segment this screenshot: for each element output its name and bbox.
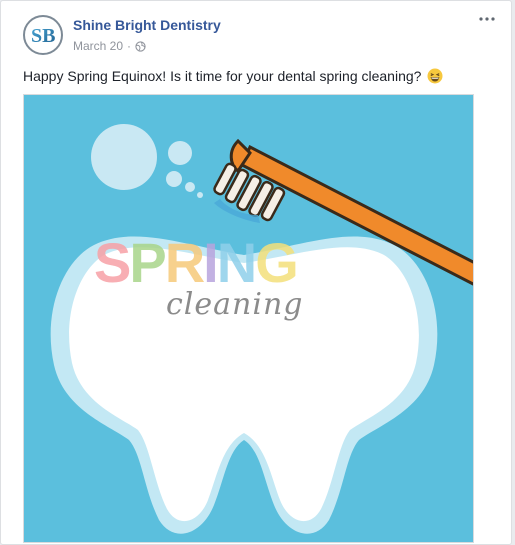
post-date[interactable]: March 20	[73, 39, 123, 53]
more-options-icon	[479, 17, 495, 21]
grinning-squinting-emoji-icon	[427, 68, 443, 84]
bubble-large-icon	[91, 124, 157, 190]
facebook-post-card: SB Shine Bright Dentistry March 20 · Hap…	[0, 0, 512, 545]
bubble-medium-icon	[168, 141, 192, 165]
post-meta: March 20 ·	[73, 39, 146, 53]
cleaning-word: cleaning	[166, 287, 304, 322]
bubble-tiny-icon	[185, 182, 195, 192]
post-photo[interactable]: SPRING cleaning	[23, 94, 474, 543]
more-options-button[interactable]	[477, 11, 497, 27]
spring-letter: G	[255, 231, 299, 294]
bubble-small-icon	[166, 171, 182, 187]
page-avatar[interactable]: SB	[23, 15, 63, 55]
globe-icon[interactable]	[135, 40, 146, 52]
spring-letter: N	[216, 231, 257, 294]
spring-letter: I	[203, 231, 219, 294]
shine-bright-logo-icon: SB	[26, 18, 60, 52]
spring-cleaning-text: SPRING cleaning	[94, 235, 302, 323]
spring-letter: R	[164, 231, 205, 294]
spring-letter: P	[129, 231, 166, 294]
meta-separator: ·	[127, 39, 132, 53]
bubble-dot-icon	[197, 192, 203, 198]
spring-word: SPRING	[94, 235, 299, 291]
spring-letter: S	[94, 231, 131, 294]
post-message-text: Happy Spring Equinox! Is it time for you…	[23, 68, 422, 84]
page-name-link[interactable]: Shine Bright Dentistry	[73, 17, 221, 33]
avatar-initials: SB	[31, 25, 55, 47]
post-message: Happy Spring Equinox! Is it time for you…	[23, 67, 499, 85]
